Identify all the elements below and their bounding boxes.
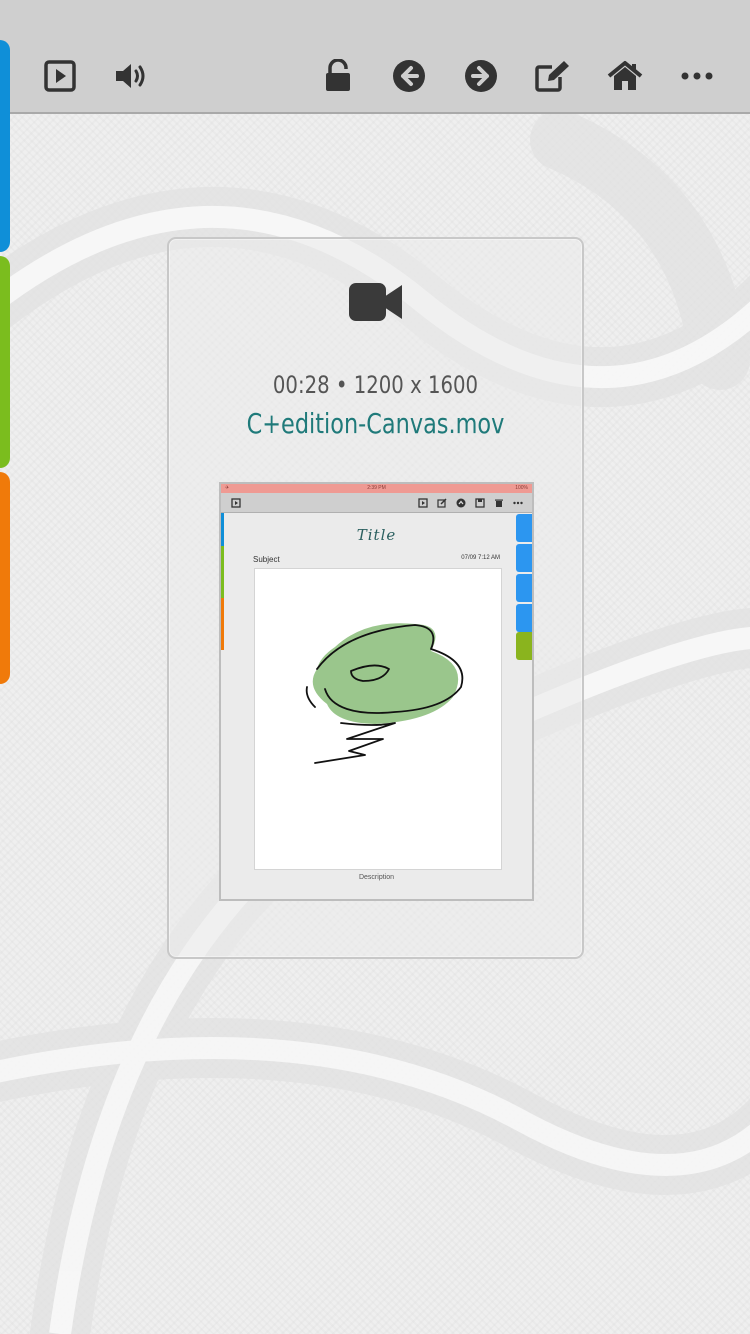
back-button[interactable]: [389, 56, 429, 96]
home-icon: [607, 61, 643, 90]
arrow-right-icon: [465, 60, 497, 92]
thumbnail-right-tab: [516, 544, 532, 572]
side-tab-orange[interactable]: [0, 472, 10, 684]
thumbnail-edit-icon: [437, 498, 447, 508]
side-tab-blue[interactable]: [0, 40, 10, 252]
home-button[interactable]: [605, 56, 645, 96]
thumbnail-trash-icon: [495, 499, 503, 507]
thumbnail-side-tab-green: [221, 546, 224, 598]
arrow-left-icon: [393, 60, 425, 92]
thumbnail-description: Description: [358, 874, 394, 881]
media-meta: 00:28 • 1200 x 1600: [272, 371, 479, 399]
thumbnail-side-tab-orange: [221, 598, 224, 650]
thumbnail-right-tab-green: [516, 632, 532, 660]
forward-button[interactable]: [461, 56, 501, 96]
lock-button[interactable]: [318, 56, 358, 96]
thumbnail-save-icon: [475, 498, 485, 508]
play-icon: [44, 60, 76, 92]
status-bar: [0, 0, 750, 40]
edit-icon: [535, 61, 569, 92]
more-button[interactable]: [677, 56, 717, 96]
play-button[interactable]: [40, 56, 80, 96]
thumbnail-play-icon: [231, 498, 241, 508]
thumbnail-status-time: 2:39 PM: [367, 485, 386, 491]
thumbnail-status-glyph: ✈: [225, 485, 230, 491]
thumbnail-right-tab: [516, 574, 532, 602]
media-filename[interactable]: C+edition-Canvas.mov: [210, 407, 540, 440]
sound-button[interactable]: [112, 56, 152, 96]
thumbnail-more-icon: [513, 501, 523, 505]
side-tab-green[interactable]: [0, 256, 10, 468]
thumbnail-date: 07/09 7:12 AM: [461, 555, 500, 561]
thumbnail-right-tab: [516, 604, 532, 632]
thumbnail-up-icon: [456, 498, 466, 508]
thumbnail-play-icon: [418, 498, 428, 508]
thumbnail-sketch-drawing: [305, 623, 464, 764]
thumbnail-status-battery: 100%: [515, 485, 528, 491]
media-card[interactable]: 00:28 • 1200 x 1600 C+edition-Canvas.mov…: [167, 237, 584, 959]
thumbnail-title: Title: [356, 526, 397, 544]
thumbnail-toolbar: [221, 493, 532, 513]
unlock-icon: [326, 59, 350, 91]
thumbnail-canvas: [254, 568, 502, 870]
speaker-icon: [116, 64, 145, 88]
video-camera-icon: [349, 283, 402, 321]
thumbnail-status-bar: ✈ 2:39 PM 100%: [221, 484, 532, 493]
top-toolbar: [0, 40, 750, 114]
edit-button[interactable]: [533, 56, 573, 96]
more-icon: [681, 72, 713, 80]
video-thumbnail[interactable]: ✈ 2:39 PM 100% Title Subject 07/09 7:12 …: [219, 482, 534, 901]
thumbnail-subject: Subject: [253, 555, 280, 564]
